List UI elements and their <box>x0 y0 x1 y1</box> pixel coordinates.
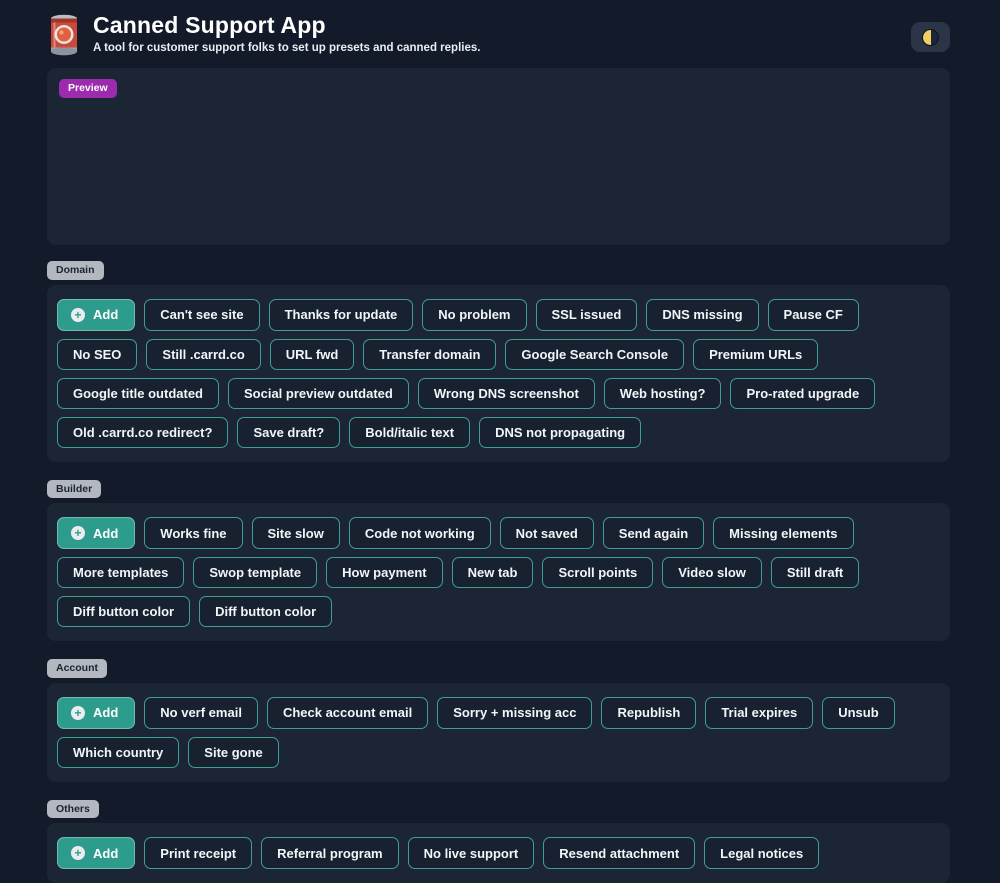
preset-section: Account +Add No verf email Check account … <box>47 658 950 782</box>
section-chips-panel: +Add Works fine Site slow Code not working… <box>47 503 950 641</box>
preset-chip[interactable]: Send again <box>603 517 704 549</box>
preset-chip[interactable]: Still draft <box>771 557 859 588</box>
preset-chip[interactable]: No SEO <box>57 339 137 370</box>
plus-circle-icon: + <box>71 526 85 540</box>
preset-chip[interactable]: How payment <box>326 557 443 588</box>
preset-chip[interactable]: New tab <box>452 557 534 588</box>
sections-container: Domain +Add Can't see site Thanks for upd… <box>47 260 950 883</box>
preset-chip[interactable]: Resend attachment <box>543 837 695 869</box>
title-block: Canned Support App A tool for customer s… <box>93 12 480 54</box>
preset-chip[interactable]: Save draft? <box>237 417 340 448</box>
preset-chip[interactable]: No verf email <box>144 697 258 729</box>
preset-chip[interactable]: Missing elements <box>713 517 853 549</box>
canned-food-icon <box>47 14 81 56</box>
preset-chip[interactable]: Transfer domain <box>363 339 496 370</box>
preset-chip[interactable]: Diff button color <box>57 596 190 627</box>
preset-chip[interactable]: Check account email <box>267 697 428 729</box>
section-label-badge: Builder <box>47 480 101 499</box>
preset-chip[interactable]: Can't see site <box>144 299 259 331</box>
preset-chip[interactable]: Works fine <box>144 517 242 549</box>
preset-chip[interactable]: Social preview outdated <box>228 378 409 409</box>
preset-section: Domain +Add Can't see site Thanks for upd… <box>47 260 950 462</box>
preset-chip[interactable]: Unsub <box>822 697 894 729</box>
preset-chip[interactable]: Premium URLs <box>693 339 818 370</box>
section-label-badge: Account <box>47 659 107 678</box>
add-preset-button[interactable]: +Add <box>57 517 135 549</box>
plus-circle-icon: + <box>71 846 85 860</box>
preset-chip[interactable]: No live support <box>408 837 535 869</box>
preset-chip[interactable]: Pro-rated upgrade <box>730 378 875 409</box>
section-chips-panel: +Add No verf email Check account email Sor… <box>47 683 950 782</box>
plus-circle-icon: + <box>71 706 85 720</box>
preset-chip[interactable]: Pause CF <box>768 299 859 331</box>
add-preset-button[interactable]: +Add <box>57 299 135 331</box>
preset-chip[interactable]: Legal notices <box>704 837 819 869</box>
preset-chip[interactable]: Swop template <box>193 557 317 588</box>
preset-chip[interactable]: Print receipt <box>144 837 252 869</box>
preview-panel: Preview <box>47 68 950 245</box>
preset-chip[interactable]: Site gone <box>188 737 279 768</box>
preset-chip[interactable]: Diff button color <box>199 596 332 627</box>
preset-chip[interactable]: Republish <box>601 697 696 729</box>
preset-chip[interactable]: Site slow <box>252 517 340 549</box>
section-label-badge: Others <box>47 800 99 819</box>
preset-chip[interactable]: DNS missing <box>646 299 758 331</box>
preset-chip[interactable]: Google Search Console <box>505 339 684 370</box>
preset-chip[interactable]: Bold/italic text <box>349 417 470 448</box>
preset-chip[interactable]: Not saved <box>500 517 594 549</box>
preset-chip[interactable]: Google title outdated <box>57 378 219 409</box>
add-preset-button[interactable]: +Add <box>57 837 135 869</box>
section-chips-panel: +Add Print receipt Referral program No liv… <box>47 823 950 883</box>
preset-chip[interactable]: Still .carrd.co <box>146 339 260 370</box>
preset-chip[interactable]: Old .carrd.co redirect? <box>57 417 228 448</box>
preset-chip[interactable]: Web hosting? <box>604 378 722 409</box>
preset-chip[interactable]: More templates <box>57 557 184 588</box>
section-chips-panel: +Add Can't see site Thanks for updateNo p… <box>47 285 950 462</box>
preset-chip[interactable]: Video slow <box>662 557 762 588</box>
preset-chip[interactable]: DNS not propagating <box>479 417 641 448</box>
app-header: Canned Support App A tool for customer s… <box>47 12 950 56</box>
preset-chip[interactable]: Trial expires <box>705 697 813 729</box>
preset-chip[interactable]: URL fwd <box>270 339 354 370</box>
preset-chip[interactable]: Sorry + missing acc <box>437 697 592 729</box>
preset-chip[interactable]: SSL issued <box>536 299 638 331</box>
page-subtitle: A tool for customer support folks to set… <box>93 42 480 54</box>
preset-chip[interactable]: Which country <box>57 737 179 768</box>
preset-chip[interactable]: No problem <box>422 299 526 331</box>
preview-badge: Preview <box>59 79 117 98</box>
preset-section: Builder +Add Works fine Site slow Code not… <box>47 479 950 642</box>
half-moon-icon <box>922 29 939 46</box>
theme-toggle-button[interactable] <box>911 22 950 52</box>
preset-chip[interactable]: Code not working <box>349 517 491 549</box>
page-title: Canned Support App <box>93 12 480 39</box>
section-label-badge: Domain <box>47 261 104 280</box>
preset-section: Others +Add Print receipt Referral progra… <box>47 799 950 883</box>
add-preset-button[interactable]: +Add <box>57 697 135 729</box>
preset-chip[interactable]: Referral program <box>261 837 398 869</box>
plus-circle-icon: + <box>71 308 85 322</box>
preset-chip[interactable]: Scroll points <box>542 557 653 588</box>
preset-chip[interactable]: Thanks for update <box>269 299 414 331</box>
preset-chip[interactable]: Wrong DNS screenshot <box>418 378 595 409</box>
header-left: Canned Support App A tool for customer s… <box>47 12 480 56</box>
